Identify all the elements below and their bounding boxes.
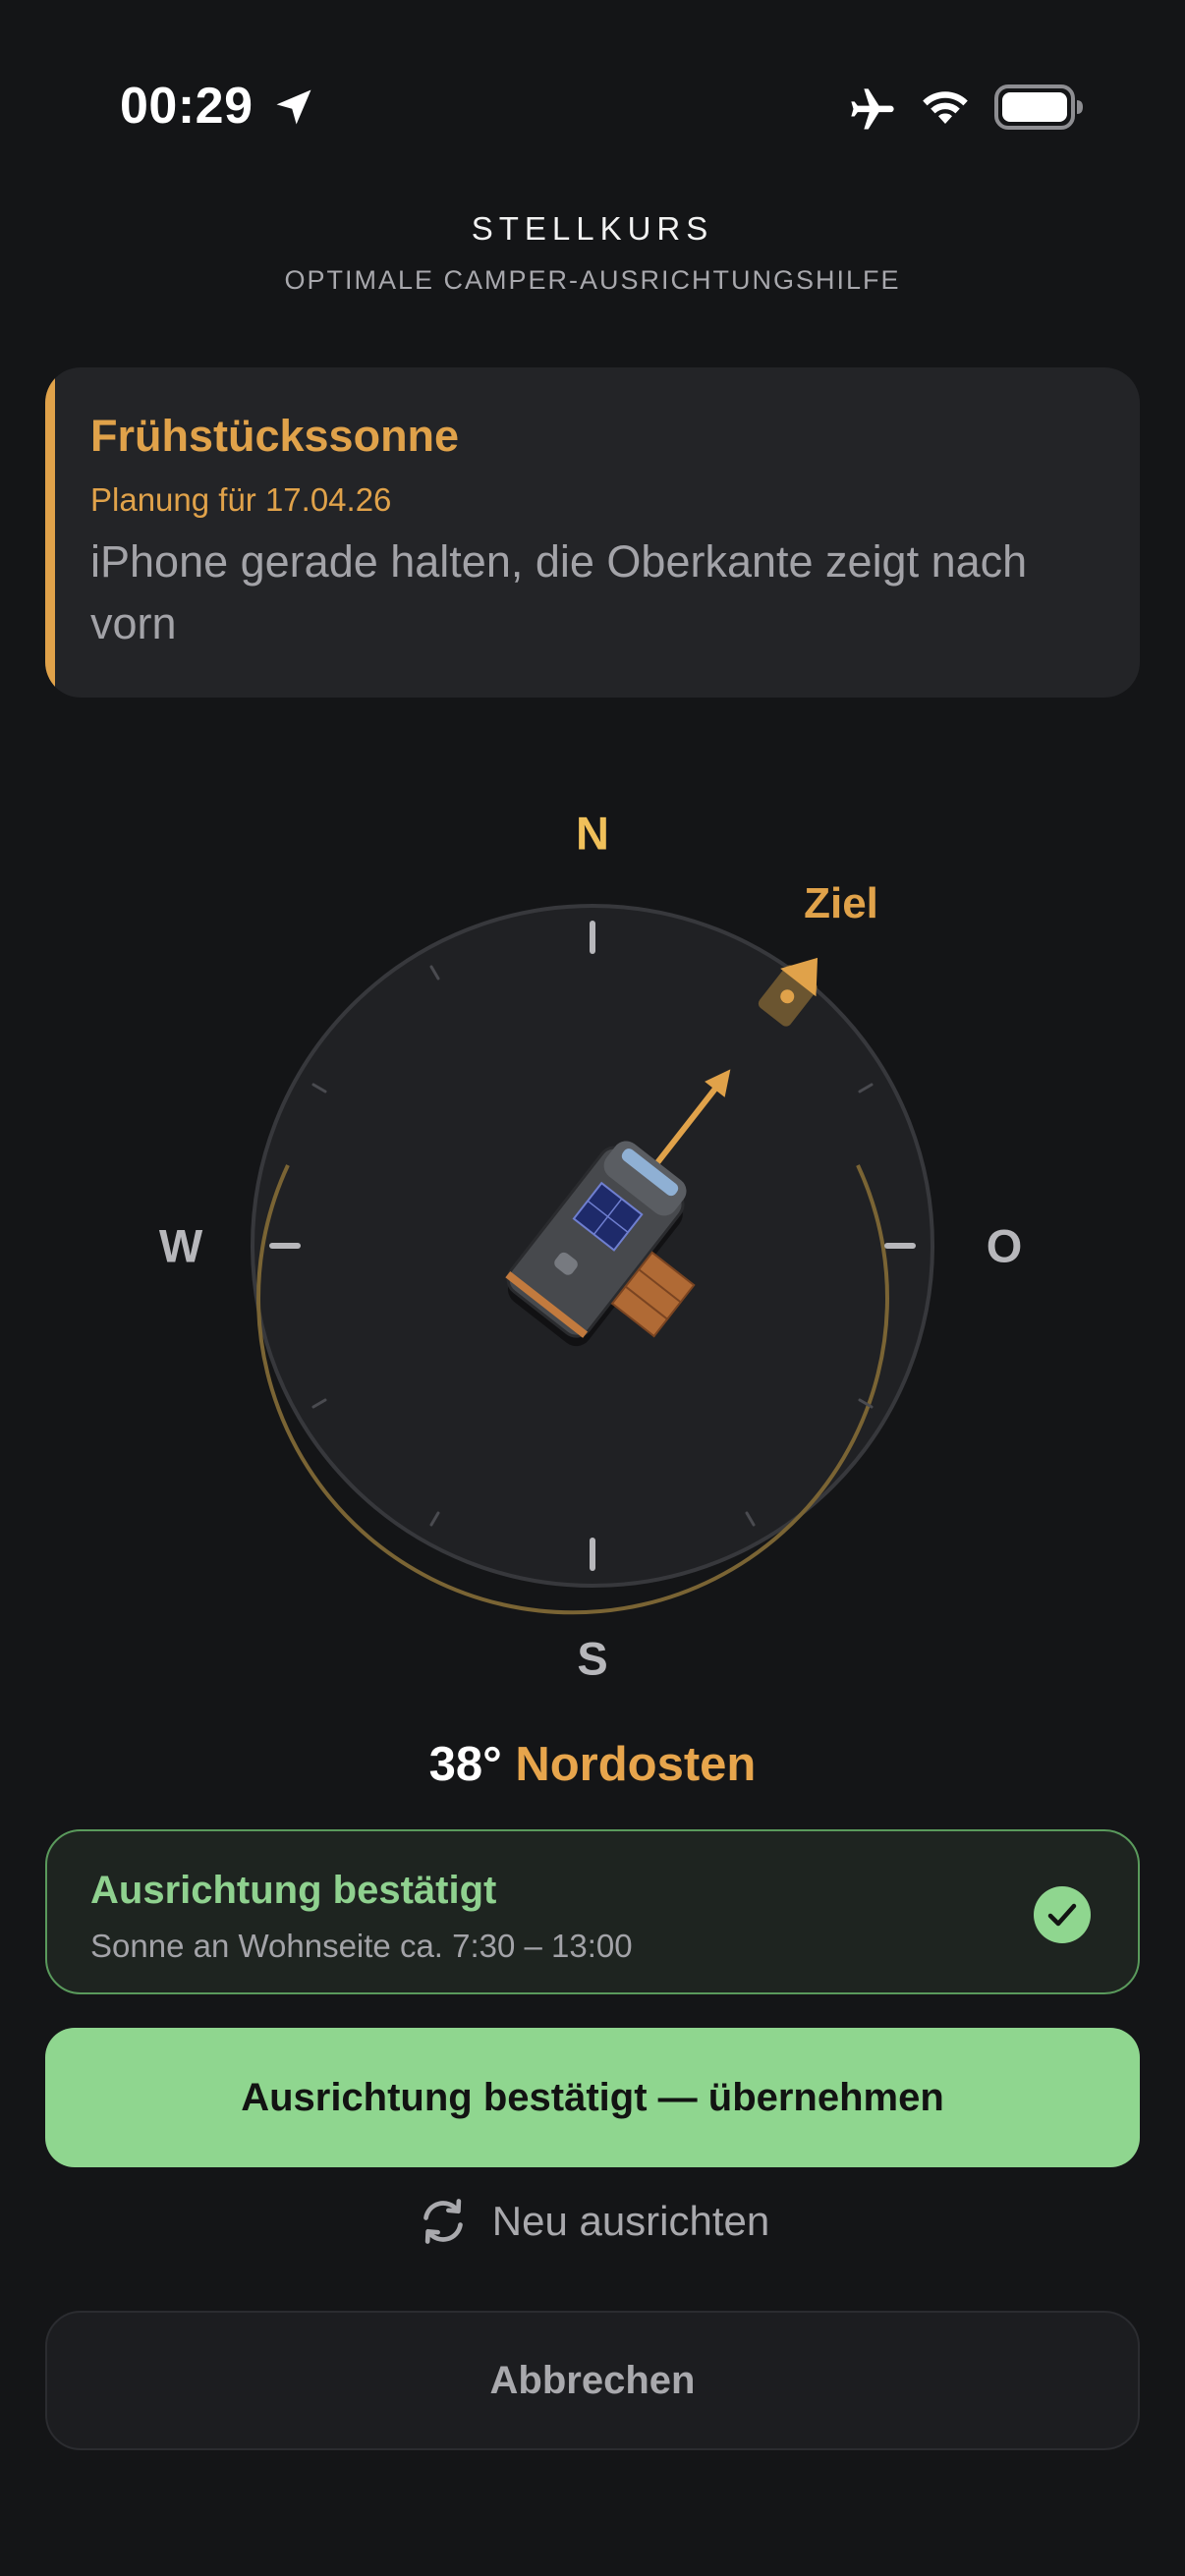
plan-date: Planung für 17.04.26 bbox=[90, 481, 392, 518]
refresh-icon bbox=[423, 2199, 463, 2244]
heading-readout: 38° Nordosten bbox=[0, 1737, 1185, 1792]
target-label: Ziel bbox=[804, 879, 878, 927]
battery-icon bbox=[994, 84, 1083, 130]
realign-label: Neu ausrichten bbox=[491, 2198, 770, 2244]
compass-north-label: N bbox=[576, 807, 609, 860]
checkmark-icon bbox=[1034, 1886, 1091, 1943]
app-subtitle: OPTIMALE CAMPER-AUSRICHTUNGSHILFE bbox=[284, 265, 901, 295]
plan-instruction: iPhone gerade halten, die Oberkante zeig… bbox=[90, 536, 1028, 648]
realign-button[interactable]: Neu ausrichten bbox=[0, 2189, 1185, 2254]
compass-west-label: W bbox=[158, 1219, 203, 1272]
plan-title: Frühstückssonne bbox=[90, 411, 460, 461]
alignment-confirmed-card: Ausrichtung bestätigt Sonne an Wohnseite… bbox=[45, 1829, 1140, 1994]
compass-east-label: O bbox=[986, 1219, 1023, 1272]
compass-south-label: S bbox=[577, 1632, 608, 1685]
wifi-icon bbox=[923, 91, 968, 124]
confirmation-subtitle: Sonne an Wohnseite ca. 7:30 – 13:00 bbox=[90, 1928, 633, 1964]
plan-info-card: Frühstückssonne Planung für 17.04.26 iPh… bbox=[45, 367, 1140, 698]
airplane-icon bbox=[851, 88, 894, 130]
app-title: STELLKURS bbox=[471, 210, 714, 247]
card-accent-bar bbox=[45, 367, 55, 698]
cancel-button[interactable]: Abbrechen bbox=[45, 2311, 1140, 2450]
confirmation-title: Ausrichtung bestätigt bbox=[90, 1869, 497, 1912]
confirm-apply-button[interactable]: Ausrichtung bestätigt — übernehmen bbox=[45, 2028, 1140, 2167]
heading-direction: Nordosten bbox=[515, 1738, 757, 1791]
heading-degrees: 38° bbox=[428, 1738, 502, 1791]
location-arrow-icon bbox=[276, 89, 311, 125]
status-time: 00:29 bbox=[120, 78, 254, 135]
